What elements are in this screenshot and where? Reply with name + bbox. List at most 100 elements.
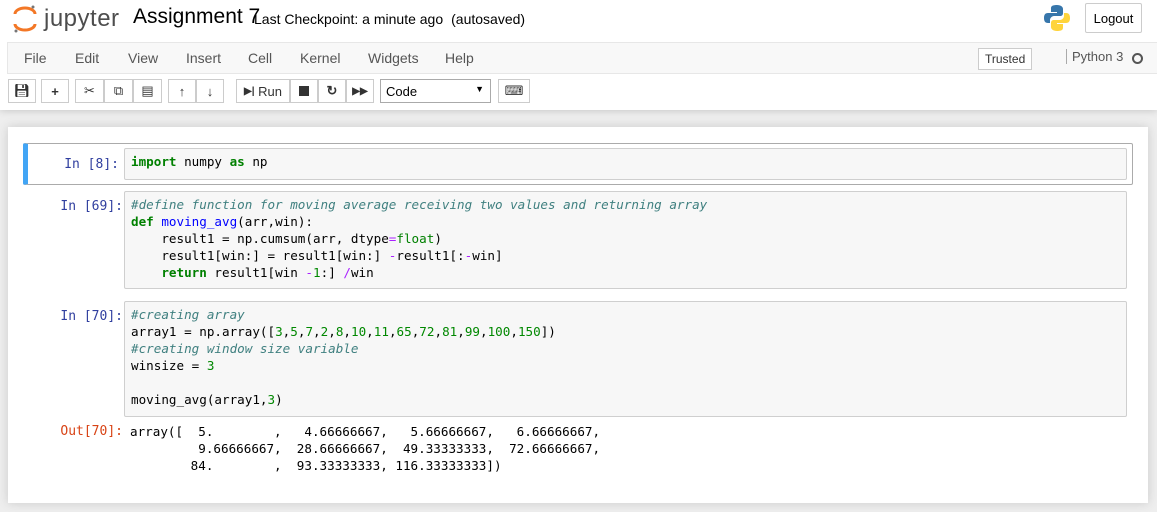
cut-button[interactable]: ✂ [75,79,104,103]
menu-widgets[interactable]: Widgets [368,50,419,66]
logout-button[interactable]: Logout [1085,3,1142,33]
notebook-title[interactable]: Assignment 7 [133,5,260,29]
kernel-name[interactable]: Python 3 [1066,49,1123,64]
code-token: 81 [442,324,458,339]
code-token: win [350,265,374,280]
code-cell[interactable]: In [8]: import numpy as np [23,143,1133,185]
code-token: float [396,231,435,246]
code-token: 3 [206,358,215,373]
cell-type-select[interactable]: Code ▼ [380,79,491,103]
code-token: 11 [373,324,389,339]
command-palette-button[interactable]: ⌨ [498,79,530,103]
code-token: , [480,324,488,339]
move-up-button[interactable]: ↑ [168,79,196,103]
code-token: winsize = [131,358,207,373]
code-token: , [366,324,374,339]
code-token: return [161,265,215,280]
code-token: - [305,265,314,280]
input-prompt: In [8]: [64,157,119,172]
paste-button[interactable]: ▤ [133,79,162,103]
save-button[interactable]: 💾︎ [8,79,36,103]
restart-button[interactable]: ↻ [318,79,346,103]
kernel-idle-icon [1132,53,1143,64]
code-token: 1 [313,265,321,280]
save-icon: 💾︎ [13,83,31,98]
insert-cell-button[interactable]: + [41,79,69,103]
notebook: In [8]: import numpy as np In [69]: #def… [8,127,1148,503]
input-prompt: In [70]: [60,309,123,324]
code-text: #define function for moving average rece… [131,196,1120,281]
code-token: 72 [419,324,435,339]
menu-cell[interactable]: Cell [248,50,272,66]
plus-icon: + [51,83,59,99]
output-text: array([ 5. , 4.66666667, 5.66666667, 6.6… [130,424,601,473]
jupyter-logo[interactable]: jupyter [12,4,120,34]
code-token: 5 [290,324,298,339]
trusted-indicator[interactable]: Trusted [978,48,1033,70]
code-token: result1[win:] = result1[win:] [131,248,389,263]
code-token: result1[: [396,248,465,263]
python-logo-icon [1044,5,1070,31]
code-token: 150 [517,324,541,339]
code-token: , [510,324,518,339]
code-token: array1 = np.array([ [131,324,276,339]
step-forward-icon: ▶| [244,85,255,97]
code-text: import numpy as np [131,153,1120,170]
code-token: , [434,324,443,339]
code-cell[interactable]: In [70]: #creating array array1 = np.arr… [23,301,1133,501]
logo-text: jupyter [44,5,120,32]
code-token: 10 [351,324,367,339]
code-token: moving_avg(array1, [131,392,268,407]
code-token: result1 = np.cumsum(arr, dtype [131,231,389,246]
code-token: 7 [305,324,314,339]
code-text: #creating array array1 = np.array([3,5,7… [131,306,1120,408]
menu-edit[interactable]: Edit [75,50,99,66]
code-token: ) [275,392,283,407]
interrupt-button[interactable] [290,79,318,103]
output-prompt: Out[70]: [60,424,123,439]
input-prompt: In [69]: [60,199,123,214]
code-token: #creating window size variable [131,341,359,356]
code-token: import [131,154,185,169]
move-down-button[interactable]: ↓ [196,79,224,103]
menu-kernel[interactable]: Kernel [300,50,340,66]
code-token: as [229,154,253,169]
code-token: 3 [267,392,276,407]
restart-run-all-button[interactable]: ▶▶ [346,79,374,103]
menu-help[interactable]: Help [445,50,474,66]
code-input[interactable]: #creating array array1 = np.array([3,5,7… [124,301,1127,417]
run-label: Run [258,83,282,99]
arrow-down-icon: ↓ [206,83,214,99]
menu-view[interactable]: View [128,50,158,66]
header: jupyter Assignment 7 Last Checkpoint: a … [0,0,1157,110]
cell-type-value: Code [386,84,418,99]
menu-insert[interactable]: Insert [186,50,221,66]
autosaved-text: (autosaved) [451,11,526,27]
code-token: ]) [540,324,556,339]
code-cell[interactable]: In [69]: #define function for moving ave… [23,191,1133,291]
code-token: np [252,154,268,169]
code-token: , [457,324,465,339]
dropdown-arrow-icon: ▼ [475,84,484,94]
code-token: 65 [396,324,412,339]
code-token: , [343,324,351,339]
code-token: win] [472,248,503,263]
checkpoint-text: Last Checkpoint: a minute ago [254,11,444,27]
stop-icon [299,86,309,96]
code-token: moving_avg [161,214,238,229]
code-token: , [388,324,397,339]
paste-icon: ▤ [141,83,154,98]
code-input[interactable]: import numpy as np [124,148,1127,180]
code-token: #define function for moving average rece… [131,197,708,212]
menu-file[interactable]: File [24,50,47,66]
code-token: , [328,324,336,339]
code-token: :] [320,265,344,280]
menubar: File Edit View Insert Cell Kernel Widget… [7,42,1157,74]
code-token: 99 [464,324,480,339]
copy-button[interactable]: ⧉ [104,79,133,103]
code-input[interactable]: #define function for moving average rece… [124,191,1127,289]
code-token: ) [434,231,442,246]
scissors-icon: ✂ [84,83,95,98]
run-button[interactable]: ▶| Run [236,79,290,103]
